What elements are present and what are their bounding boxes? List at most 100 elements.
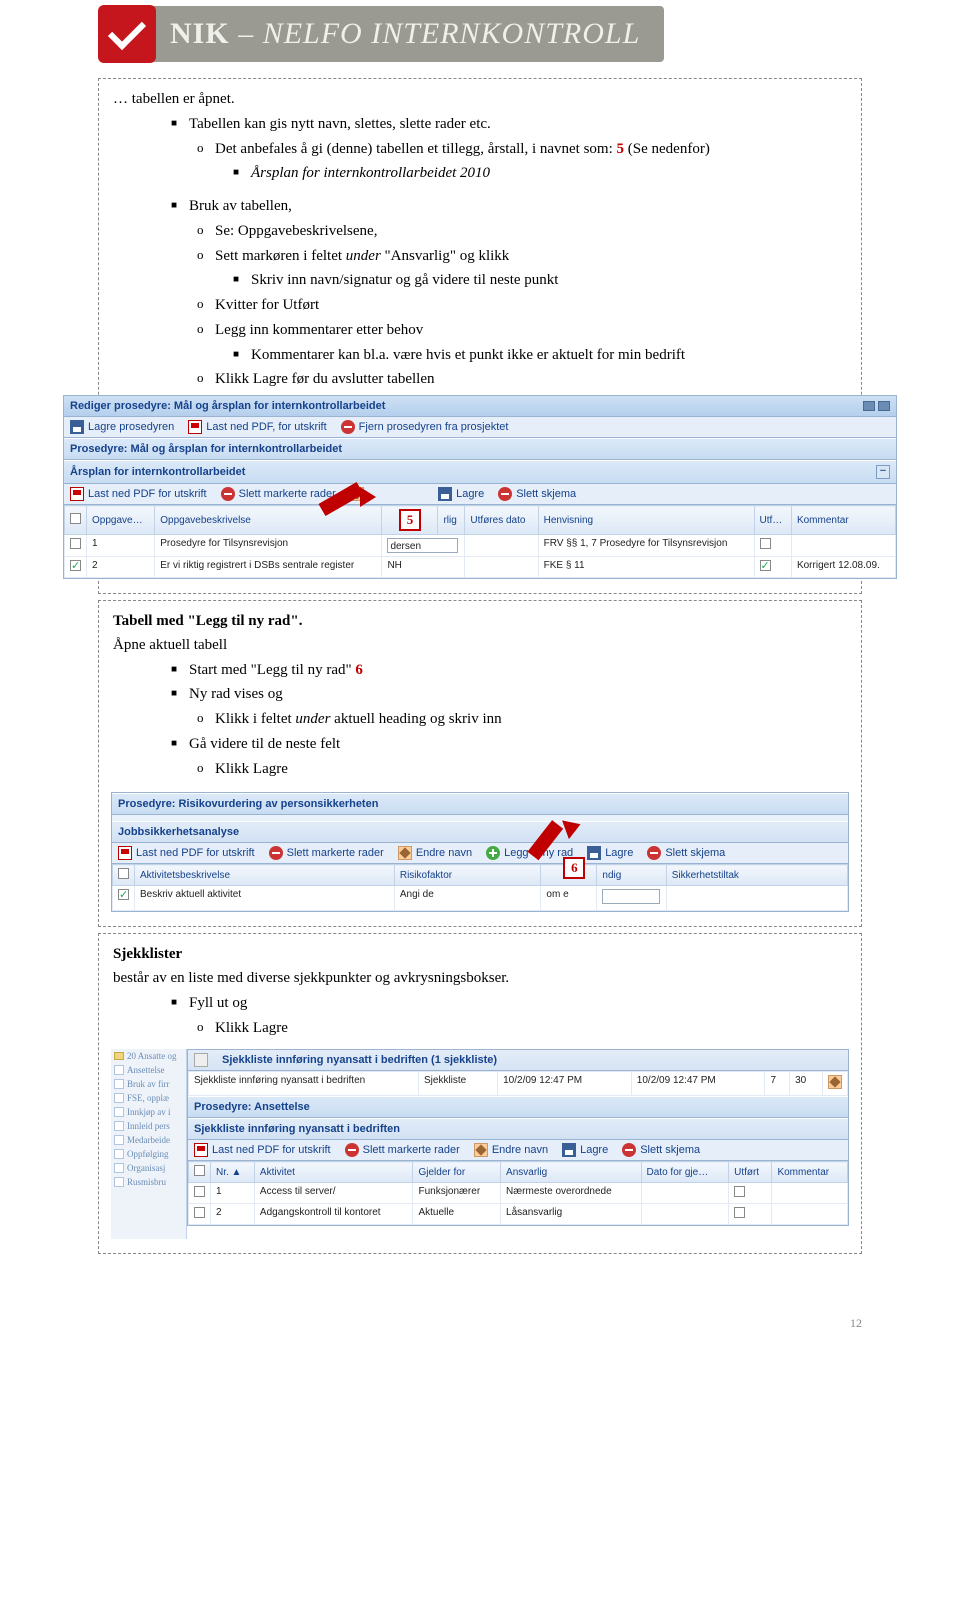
save-button[interactable]: Lagre	[438, 487, 484, 501]
rename-button[interactable]: Endre navn	[474, 1143, 548, 1157]
col-header[interactable]: Oppgave…	[87, 506, 155, 535]
table-row[interactable]: 2 Adgangskontroll til kontoret Aktuelle …	[189, 1204, 848, 1225]
rename-button[interactable]: Endre navn	[398, 846, 472, 860]
save-procedure-button[interactable]: Lagre prosedyren	[70, 420, 174, 434]
sub-bullet: Kvitter for Utført	[187, 295, 847, 317]
col-header[interactable]: Utf…	[754, 506, 791, 535]
row-checkbox[interactable]	[70, 538, 81, 549]
col-header[interactable]: Risikofaktor	[394, 865, 541, 886]
rename-button[interactable]: Endre navn	[350, 487, 424, 501]
utfort-checkbox[interactable]	[734, 1186, 745, 1197]
download-pdf-button[interactable]: Last ned PDF for utskrift	[118, 846, 255, 860]
col-header[interactable]: Nr. ▲	[211, 1162, 255, 1183]
table-row[interactable]: 1 Prosedyre for Tilsynsrevisjon dersen F…	[65, 535, 896, 557]
file-icon	[114, 1177, 124, 1187]
pdf-icon	[70, 487, 84, 501]
col-header[interactable]: Gjelder for	[413, 1162, 501, 1183]
text: består av en liste med diverse sjekkpunk…	[113, 968, 847, 990]
row-toolbar: Last ned PDF for utskrift Slett markerte…	[64, 484, 896, 505]
delete-schema-button[interactable]: Slett skjema	[498, 487, 576, 501]
edit-icon	[474, 1143, 488, 1157]
panel-title: Prosedyre: Ansettelse	[194, 1101, 310, 1113]
sub-bullet: Klikk Lagre før du avslutter tabellen	[187, 369, 847, 391]
edit-icon[interactable]	[828, 1075, 842, 1089]
select-all-checkbox[interactable]	[194, 1165, 205, 1176]
delete-icon	[269, 846, 283, 860]
panel-titlebar: Prosedyre: Risikovurdering av personsikk…	[112, 793, 848, 815]
delete-icon	[221, 487, 235, 501]
file-icon	[114, 1065, 124, 1075]
col-header[interactable]: Aktivitet	[254, 1162, 413, 1183]
col-header[interactable]: Ansvarlig	[501, 1162, 641, 1183]
delete-rows-button[interactable]: Slett markerte rader	[221, 487, 336, 501]
file-icon	[114, 1121, 124, 1131]
row-checkbox[interactable]	[194, 1207, 205, 1218]
select-all-checkbox[interactable]	[70, 513, 81, 524]
callout-5: 5	[399, 509, 421, 531]
save-button[interactable]: Lagre	[587, 846, 633, 860]
col-header[interactable]: Kommentar	[791, 506, 895, 535]
delete-schema-button[interactable]: Slett skjema	[622, 1143, 700, 1157]
delete-rows-button[interactable]: Slett markerte rader	[345, 1143, 460, 1157]
remove-procedure-button[interactable]: Fjern prosedyren fra prosjektet	[341, 420, 509, 434]
table-row[interactable]: 2 Er vi riktig registrert i DSBs sentral…	[65, 557, 896, 578]
col-header[interactable]: rlig	[438, 506, 465, 535]
checkmark-icon	[108, 12, 146, 50]
col-header[interactable]: Aktivitetsbeskrivelse	[135, 865, 395, 886]
banner-text: NIK – NELFO INTERNKONTROLL	[170, 17, 640, 51]
sub-bullet: Klikk i feltet under aktuell heading og …	[187, 709, 847, 731]
download-pdf-button[interactable]: Last ned PDF for utskrift	[194, 1143, 331, 1157]
folder-icon	[114, 1052, 124, 1060]
col-header[interactable]: Utført	[729, 1162, 772, 1183]
delete-rows-button[interactable]: Slett markerte rader	[269, 846, 384, 860]
col-header: 6	[541, 865, 597, 886]
list-header: Sjekkliste innføring nyansatt i bedrifte…	[188, 1050, 848, 1071]
utfort-checkbox[interactable]	[760, 538, 771, 549]
download-pdf-button[interactable]: Last ned PDF for utskrift	[70, 487, 207, 501]
data-table: Nr. ▲ Aktivitet Gjelder for Ansvarlig Da…	[188, 1161, 848, 1225]
collapse-icon[interactable]: −	[876, 465, 890, 479]
save-button[interactable]: Lagre	[562, 1143, 608, 1157]
col-header[interactable]: Utføres dato	[465, 506, 538, 535]
col-header[interactable]: Dato for gje…	[641, 1162, 729, 1183]
sub-bullet: Sett markøren i feltet under "Ansvarlig"…	[187, 246, 847, 268]
text: Åpne aktuell tabell	[113, 635, 847, 657]
list-table: Sjekkliste innføring nyansatt i bedrifte…	[188, 1071, 848, 1096]
text-input[interactable]	[602, 889, 659, 904]
table-row[interactable]: 1 Access til server/ Funksjonærer Nærmes…	[189, 1183, 848, 1204]
ansvarlig-input[interactable]: dersen	[387, 538, 458, 553]
col-header[interactable]: Henvisning	[538, 506, 754, 535]
file-icon	[114, 1149, 124, 1159]
table-row[interactable]: Beskriv aktuell aktivitet Angi de om e	[113, 886, 848, 911]
panel-title: Prosedyre: Risikovurdering av personsikk…	[118, 798, 378, 810]
col-header[interactable]: Kommentar	[772, 1162, 848, 1183]
row-checkbox[interactable]	[118, 889, 129, 900]
col-header[interactable]: ndig	[597, 865, 666, 886]
download-pdf-button[interactable]: Last ned PDF, for utskrift	[188, 420, 326, 434]
sub-sub-bullet: Skriv inn navn/signatur og gå videre til…	[219, 270, 847, 292]
utfort-checkbox[interactable]	[760, 560, 771, 571]
delete-schema-button[interactable]: Slett skjema	[647, 846, 725, 860]
data-table: Oppgave… Oppgavebeskrivelse 5 rlig Utfør…	[64, 505, 896, 578]
file-icon	[114, 1107, 124, 1117]
bullet: Ny rad vises og	[157, 684, 847, 706]
row-checkbox[interactable]	[70, 560, 81, 571]
pdf-icon	[194, 1143, 208, 1157]
bullet: Tabellen kan gis nytt navn, slettes, sle…	[157, 114, 847, 136]
list-row[interactable]: Sjekkliste innføring nyansatt i bedrifte…	[189, 1072, 848, 1096]
col-header: 5	[382, 506, 438, 535]
min-icon[interactable]	[863, 401, 875, 411]
delete-icon	[341, 420, 355, 434]
close-icon[interactable]	[878, 401, 890, 411]
row-checkbox[interactable]	[194, 1186, 205, 1197]
select-all-checkbox[interactable]	[118, 868, 129, 879]
window-titlebar: Rediger prosedyre: Mål og årsplan for in…	[64, 396, 896, 417]
utfort-checkbox[interactable]	[734, 1207, 745, 1218]
screenshot-1: Rediger prosedyre: Mål og årsplan for in…	[63, 395, 897, 579]
screenshot-2: Prosedyre: Risikovurdering av personsikk…	[111, 792, 849, 912]
col-header[interactable]: Sikkerhetstiltak	[666, 865, 847, 886]
sidebar-fragment: 20 Ansatte og Ansettelse Bruk av firr FS…	[111, 1049, 187, 1239]
section-3: Sjekklister består av en liste med diver…	[98, 933, 862, 1254]
sub-title: Årsplan for internkontrollarbeidet	[70, 466, 245, 478]
bullet: Gå videre til de neste felt	[157, 734, 847, 756]
